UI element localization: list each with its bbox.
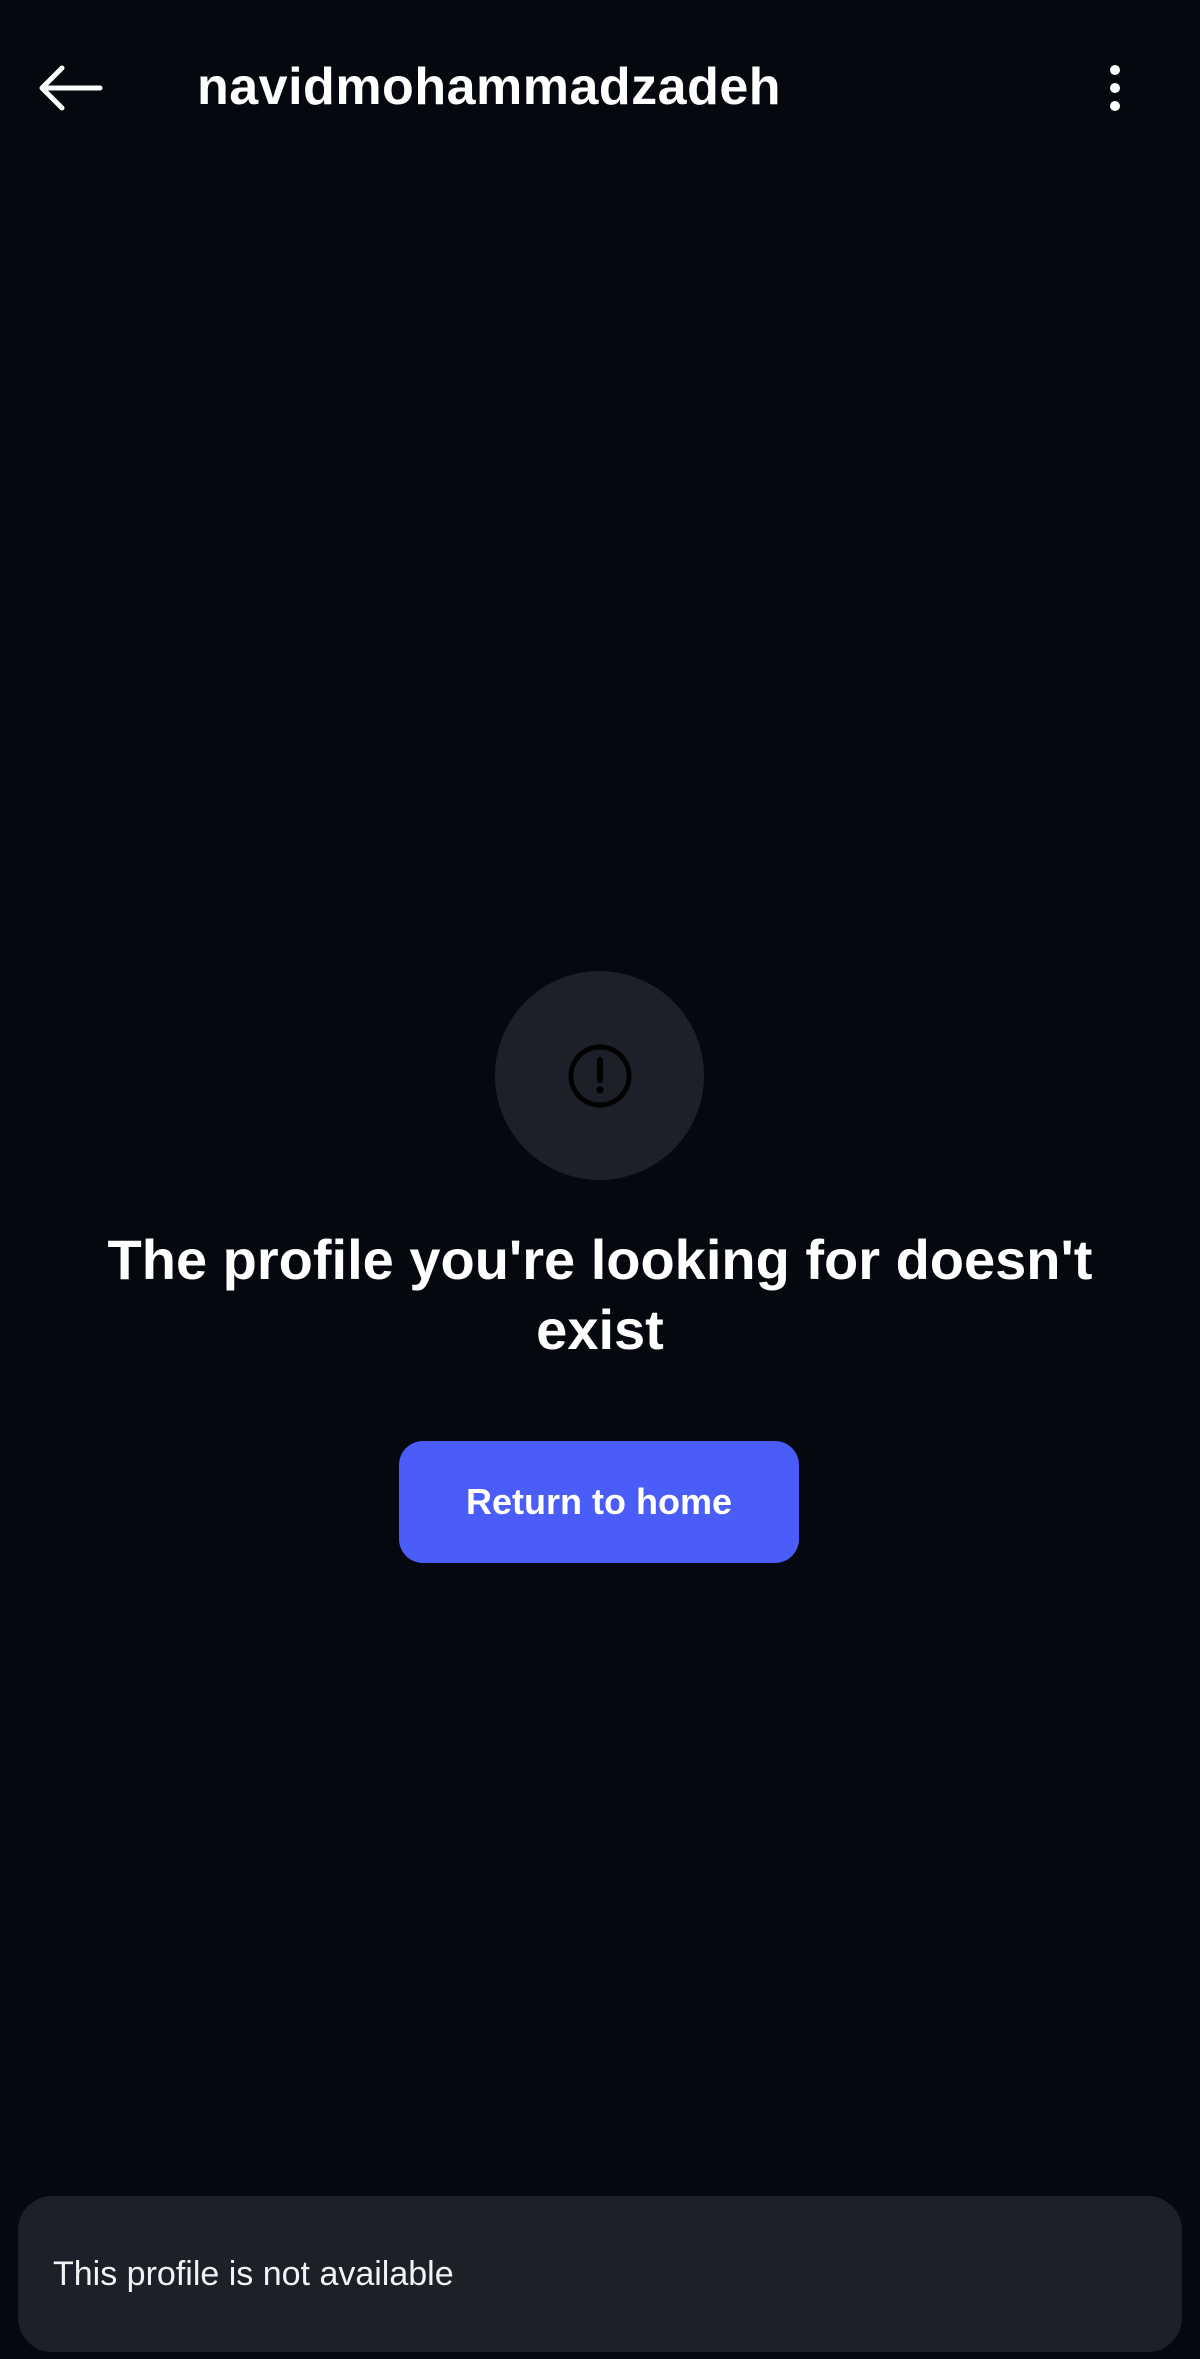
error-icon-container — [495, 971, 704, 1180]
back-button[interactable] — [30, 48, 110, 128]
profile-username-title: navidmohammadzadeh — [197, 58, 782, 116]
arrow-left-icon — [39, 65, 103, 111]
more-options-button[interactable] — [1090, 48, 1140, 128]
top-app-bar: navidmohammadzadeh — [0, 0, 1200, 170]
snackbar-toast: This profile is not available — [18, 2196, 1182, 2352]
more-vertical-icon — [1110, 65, 1120, 111]
error-message: The profile you're looking for doesn't e… — [107, 1228, 1093, 1361]
toast-message: This profile is not available — [53, 2255, 454, 2293]
return-to-home-button[interactable]: Return to home — [399, 1441, 799, 1563]
alert-circle-icon — [568, 1044, 631, 1107]
